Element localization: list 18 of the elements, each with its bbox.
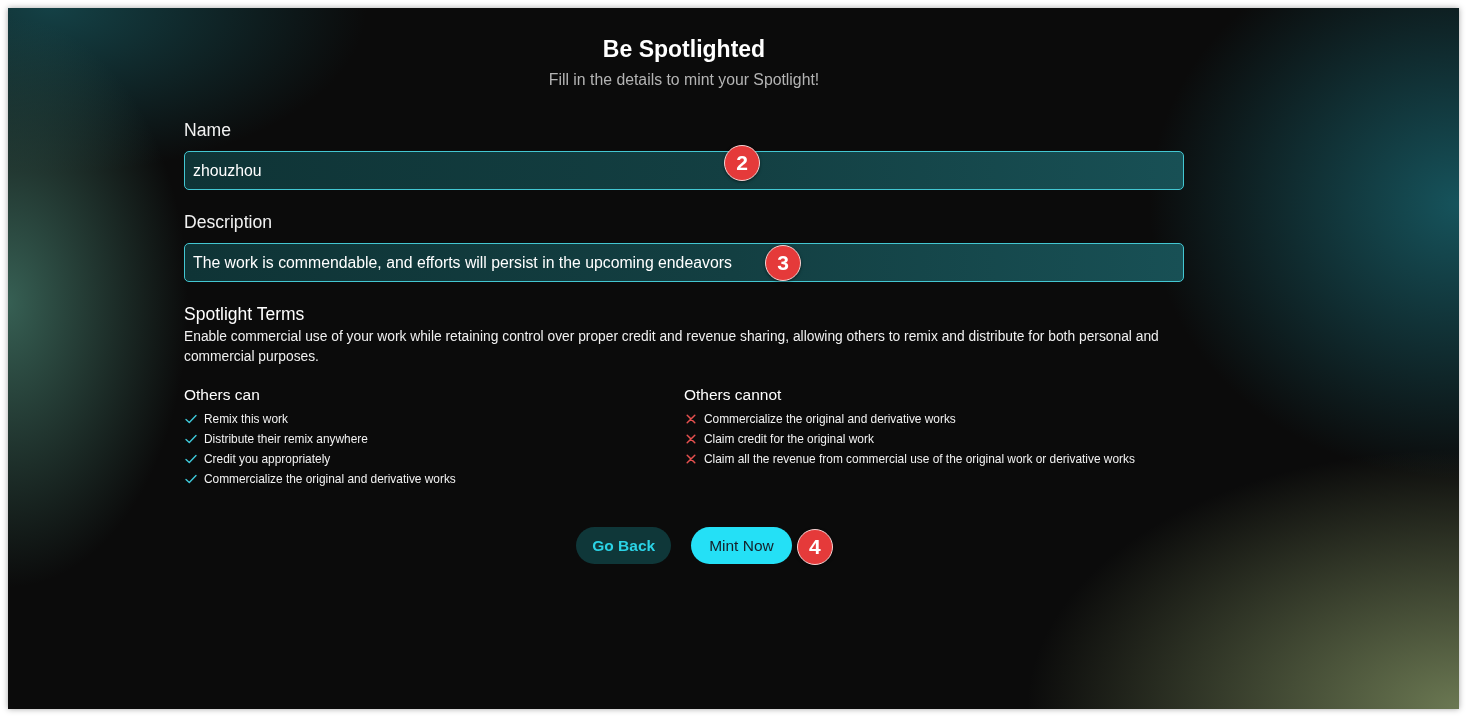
- back-button[interactable]: Go Back: [576, 527, 672, 564]
- terms-heading: Spotlight Terms: [184, 303, 305, 325]
- permission-item: Commercialize the original and derivative works: [204, 471, 456, 487]
- field-label: Name: [184, 119, 231, 141]
- permission-item: Credit you appropriately: [204, 451, 331, 467]
- permission-item: Distribute their remix anywhere: [204, 431, 368, 447]
- page-title: Be Spotlighted: [602, 35, 766, 63]
- page-subtitle: Fill in the details to mint your Spotlight!: [548, 70, 820, 90]
- mint-button[interactable]: Mint Now: [691, 527, 792, 564]
- permission-item: Commercialize the original and derivative works: [704, 411, 956, 427]
- permission-item: Remix this work: [204, 411, 288, 427]
- permission-heading: Others can: [184, 385, 260, 405]
- permission-item: Claim all the revenue from commercial use of the original work or derivative works: [704, 451, 1135, 467]
- annotation-marker: 4: [796, 529, 833, 565]
- permission-heading: Others cannot: [684, 385, 782, 405]
- permission-item: Claim credit for the original work: [704, 431, 874, 447]
- terms-description: Enable commercial use of your work while retaining control over proper credit and revenue sharing, allowing others to remix and distribute for both personal and commercial purposes.: [184, 328, 1160, 366]
- field-label: Description: [184, 211, 272, 233]
